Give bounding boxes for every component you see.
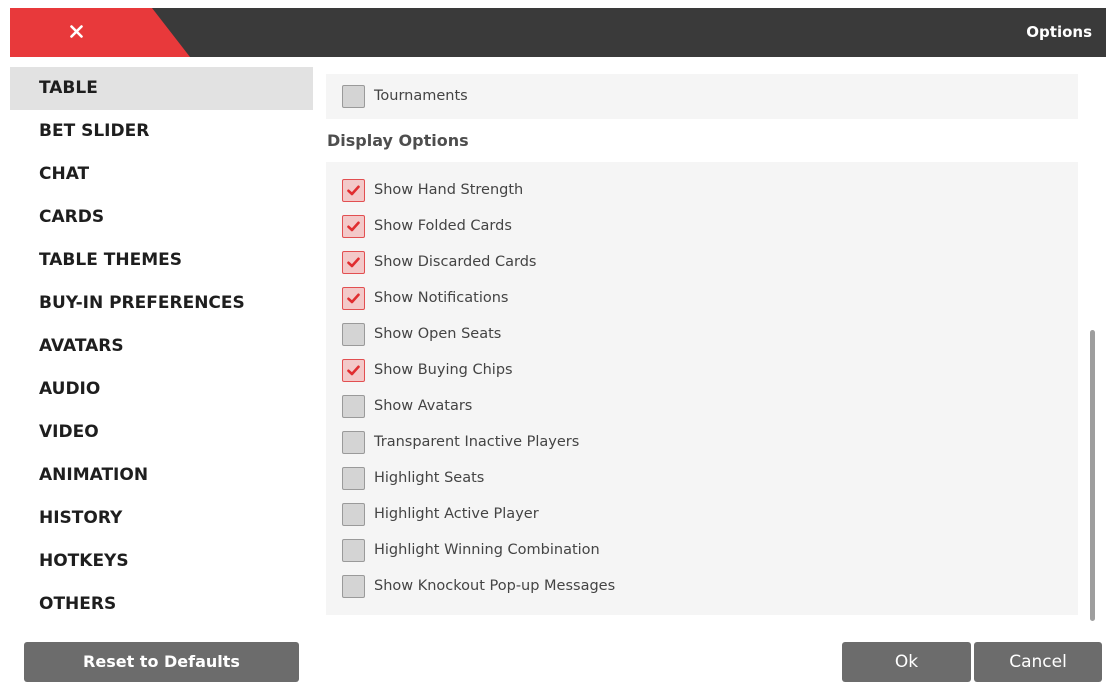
close-icon bbox=[70, 25, 83, 38]
checkbox[interactable] bbox=[342, 538, 365, 562]
option-show-avatars[interactable]: Show Avatars bbox=[342, 392, 472, 420]
ok-button[interactable]: Ok bbox=[842, 642, 971, 682]
scrollbar-thumb[interactable] bbox=[1090, 330, 1095, 621]
scrollbar[interactable] bbox=[1089, 67, 1095, 627]
option-label: Show Hand Strength bbox=[374, 182, 524, 198]
checkbox[interactable] bbox=[342, 394, 365, 418]
option-transparent-inactive-players[interactable]: Transparent Inactive Players bbox=[342, 428, 579, 456]
sidebar-item-table-themes[interactable]: TABLE THEMES bbox=[10, 239, 313, 282]
sidebar-item-chat[interactable]: CHAT bbox=[10, 153, 313, 196]
option-label: Tournaments bbox=[374, 88, 468, 104]
option-label: Show Avatars bbox=[374, 398, 473, 414]
checkbox[interactable] bbox=[342, 286, 365, 310]
checkmark-icon bbox=[347, 293, 360, 303]
option-label: Highlight Seats bbox=[374, 470, 485, 486]
sidebar-item-table[interactable]: TABLE bbox=[10, 67, 313, 110]
option-label: Show Knockout Pop-up Messages bbox=[374, 578, 616, 594]
option-label: Highlight Winning Combination bbox=[374, 542, 600, 558]
checkmark-icon bbox=[347, 221, 360, 231]
reset-to-defaults-button[interactable]: Reset to Defaults bbox=[24, 642, 299, 682]
checkbox[interactable] bbox=[342, 358, 365, 382]
option-label: Show Folded Cards bbox=[374, 218, 512, 234]
option-label: Show Notifications bbox=[374, 290, 509, 306]
options-content: Tournaments Display Options Show Hand St… bbox=[325, 67, 1095, 627]
option-label: Transparent Inactive Players bbox=[374, 434, 580, 450]
option-label: Highlight Active Player bbox=[374, 506, 539, 522]
checkmark-icon bbox=[347, 365, 360, 375]
option-highlight-seats[interactable]: Highlight Seats bbox=[342, 464, 484, 492]
option-tournaments[interactable]: Tournaments bbox=[342, 82, 468, 110]
checkbox[interactable] bbox=[342, 214, 365, 238]
window-title: Options bbox=[1026, 23, 1092, 41]
checkbox[interactable] bbox=[342, 322, 365, 346]
sidebar-item-bet-slider[interactable]: BET SLIDER bbox=[10, 110, 313, 153]
checkbox[interactable] bbox=[342, 84, 365, 108]
checkmark-icon bbox=[347, 185, 360, 195]
option-label: Show Open Seats bbox=[374, 326, 502, 342]
option-show-open-seats[interactable]: Show Open Seats bbox=[342, 320, 501, 348]
cancel-button[interactable]: Cancel bbox=[974, 642, 1102, 682]
sidebar-item-audio[interactable]: AUDIO bbox=[10, 368, 313, 411]
checkbox[interactable] bbox=[342, 250, 365, 274]
option-show-buying-chips[interactable]: Show Buying Chips bbox=[342, 356, 513, 384]
option-show-discarded-cards[interactable]: Show Discarded Cards bbox=[342, 248, 536, 276]
sidebar-item-video[interactable]: VIDEO bbox=[10, 411, 313, 454]
checkbox[interactable] bbox=[342, 178, 365, 202]
option-show-knockout-pop-up-messages[interactable]: Show Knockout Pop-up Messages bbox=[342, 572, 615, 600]
option-label: Show Buying Chips bbox=[374, 362, 513, 378]
checkbox[interactable] bbox=[342, 574, 365, 598]
option-show-hand-strength[interactable]: Show Hand Strength bbox=[342, 176, 523, 204]
sidebar-item-cards[interactable]: CARDS bbox=[10, 196, 313, 239]
option-highlight-winning-combination[interactable]: Highlight Winning Combination bbox=[342, 536, 600, 564]
option-highlight-active-player[interactable]: Highlight Active Player bbox=[342, 500, 539, 528]
checkbox[interactable] bbox=[342, 466, 365, 490]
sidebar-item-animation[interactable]: ANIMATION bbox=[10, 454, 313, 497]
close-button[interactable] bbox=[10, 8, 190, 57]
option-show-folded-cards[interactable]: Show Folded Cards bbox=[342, 212, 512, 240]
checkbox[interactable] bbox=[342, 430, 365, 454]
display-options-panel: Show Hand Strength Show Folded Cards Sho… bbox=[326, 162, 1078, 615]
options-sidebar: TABLE BET SLIDER CHAT CARDS TABLE THEMES… bbox=[10, 67, 313, 627]
sidebar-item-others[interactable]: OTHERS bbox=[10, 583, 313, 626]
option-label: Show Discarded Cards bbox=[374, 254, 537, 270]
sidebar-item-hotkeys[interactable]: HOTKEYS bbox=[10, 540, 313, 583]
checkbox[interactable] bbox=[342, 502, 365, 526]
sidebar-item-buy-in-preferences[interactable]: BUY-IN PREFERENCES bbox=[10, 282, 313, 325]
sidebar-item-history[interactable]: HISTORY bbox=[10, 497, 313, 540]
sidebar-item-avatars[interactable]: AVATARS bbox=[10, 325, 313, 368]
tournaments-panel: Tournaments bbox=[326, 74, 1078, 119]
checkmark-icon bbox=[347, 257, 360, 267]
display-options-heading: Display Options bbox=[327, 131, 469, 150]
option-show-notifications[interactable]: Show Notifications bbox=[342, 284, 509, 312]
title-bar: Options bbox=[10, 8, 1106, 57]
